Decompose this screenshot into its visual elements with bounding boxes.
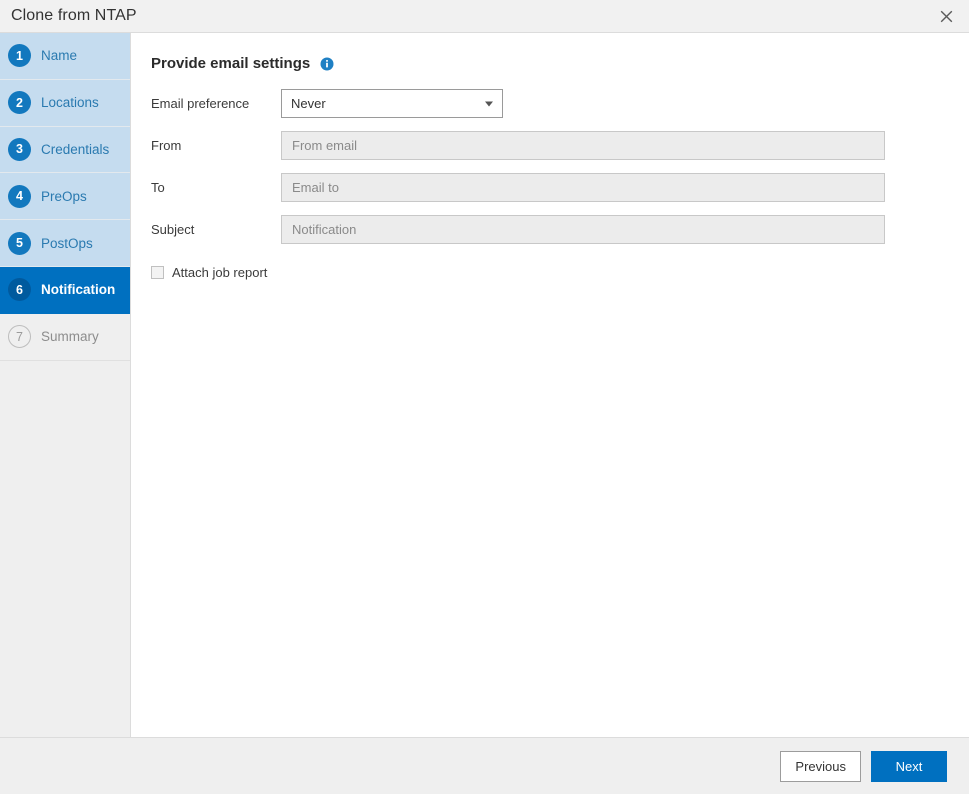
to-label: To bbox=[151, 180, 281, 195]
close-icon bbox=[938, 8, 955, 25]
dialog-body: 1 Name 2 Locations 3 Credentials 4 PreOp… bbox=[0, 33, 969, 737]
sidebar-item-locations[interactable]: 2 Locations bbox=[0, 80, 130, 127]
sidebar-item-notification[interactable]: 6 Notification bbox=[0, 267, 130, 314]
sidebar-item-label: PreOps bbox=[41, 189, 87, 204]
step-number-badge: 3 bbox=[8, 138, 31, 161]
sidebar-item-postops[interactable]: 5 PostOps bbox=[0, 220, 130, 267]
step-number-badge: 6 bbox=[8, 278, 31, 301]
step-number-badge: 7 bbox=[8, 325, 31, 348]
step-number-badge: 4 bbox=[8, 185, 31, 208]
sidebar-item-label: PostOps bbox=[41, 236, 93, 251]
sidebar-item-name[interactable]: 1 Name bbox=[0, 33, 130, 80]
sidebar-item-label: Summary bbox=[41, 329, 99, 344]
previous-button[interactable]: Previous bbox=[780, 751, 861, 782]
attach-job-report-checkbox[interactable] bbox=[151, 266, 164, 279]
sidebar-item-label: Name bbox=[41, 48, 77, 63]
titlebar: Clone from NTAP bbox=[0, 0, 969, 33]
dialog-footer: Previous Next bbox=[0, 737, 969, 794]
page-title-row: Provide email settings bbox=[151, 55, 334, 72]
from-email-input[interactable] bbox=[281, 131, 885, 160]
subject-input[interactable] bbox=[281, 215, 885, 244]
from-row: From bbox=[151, 131, 969, 160]
dialog-window: Clone from NTAP 1 Name 2 Locations 3 Cre… bbox=[0, 0, 969, 794]
attach-job-report-row: Attach job report bbox=[151, 265, 969, 280]
sidebar-item-label: Credentials bbox=[41, 142, 109, 157]
email-preference-label: Email preference bbox=[151, 96, 281, 111]
sidebar-item-label: Locations bbox=[41, 95, 99, 110]
sidebar-item-summary: 7 Summary bbox=[0, 314, 130, 361]
subject-row: Subject bbox=[151, 215, 969, 244]
email-preference-row: Email preference Never Always On Failure… bbox=[151, 89, 969, 118]
sidebar-item-credentials[interactable]: 3 Credentials bbox=[0, 127, 130, 174]
step-number-badge: 2 bbox=[8, 91, 31, 114]
window-title: Clone from NTAP bbox=[11, 7, 923, 25]
email-preference-select[interactable]: Never Always On Failure On Warning or Fa… bbox=[281, 89, 503, 118]
step-number-badge: 1 bbox=[8, 44, 31, 67]
main-content: Provide email settings Email preference … bbox=[131, 33, 969, 737]
step-number-badge: 5 bbox=[8, 232, 31, 255]
next-button[interactable]: Next bbox=[871, 751, 947, 782]
sidebar-item-label: Notification bbox=[41, 282, 115, 297]
close-button[interactable] bbox=[923, 0, 969, 33]
subject-label: Subject bbox=[151, 222, 281, 237]
info-icon[interactable] bbox=[320, 57, 334, 71]
to-email-input[interactable] bbox=[281, 173, 885, 202]
to-row: To bbox=[151, 173, 969, 202]
page-title: Provide email settings bbox=[151, 55, 310, 72]
from-label: From bbox=[151, 138, 281, 153]
email-preference-select-wrap: Never Always On Failure On Warning or Fa… bbox=[281, 89, 503, 118]
attach-job-report-label: Attach job report bbox=[172, 265, 267, 280]
wizard-sidebar: 1 Name 2 Locations 3 Credentials 4 PreOp… bbox=[0, 33, 131, 737]
sidebar-item-preops[interactable]: 4 PreOps bbox=[0, 173, 130, 220]
sidebar-filler bbox=[0, 361, 130, 737]
email-settings-form: Email preference Never Always On Failure… bbox=[151, 89, 969, 280]
